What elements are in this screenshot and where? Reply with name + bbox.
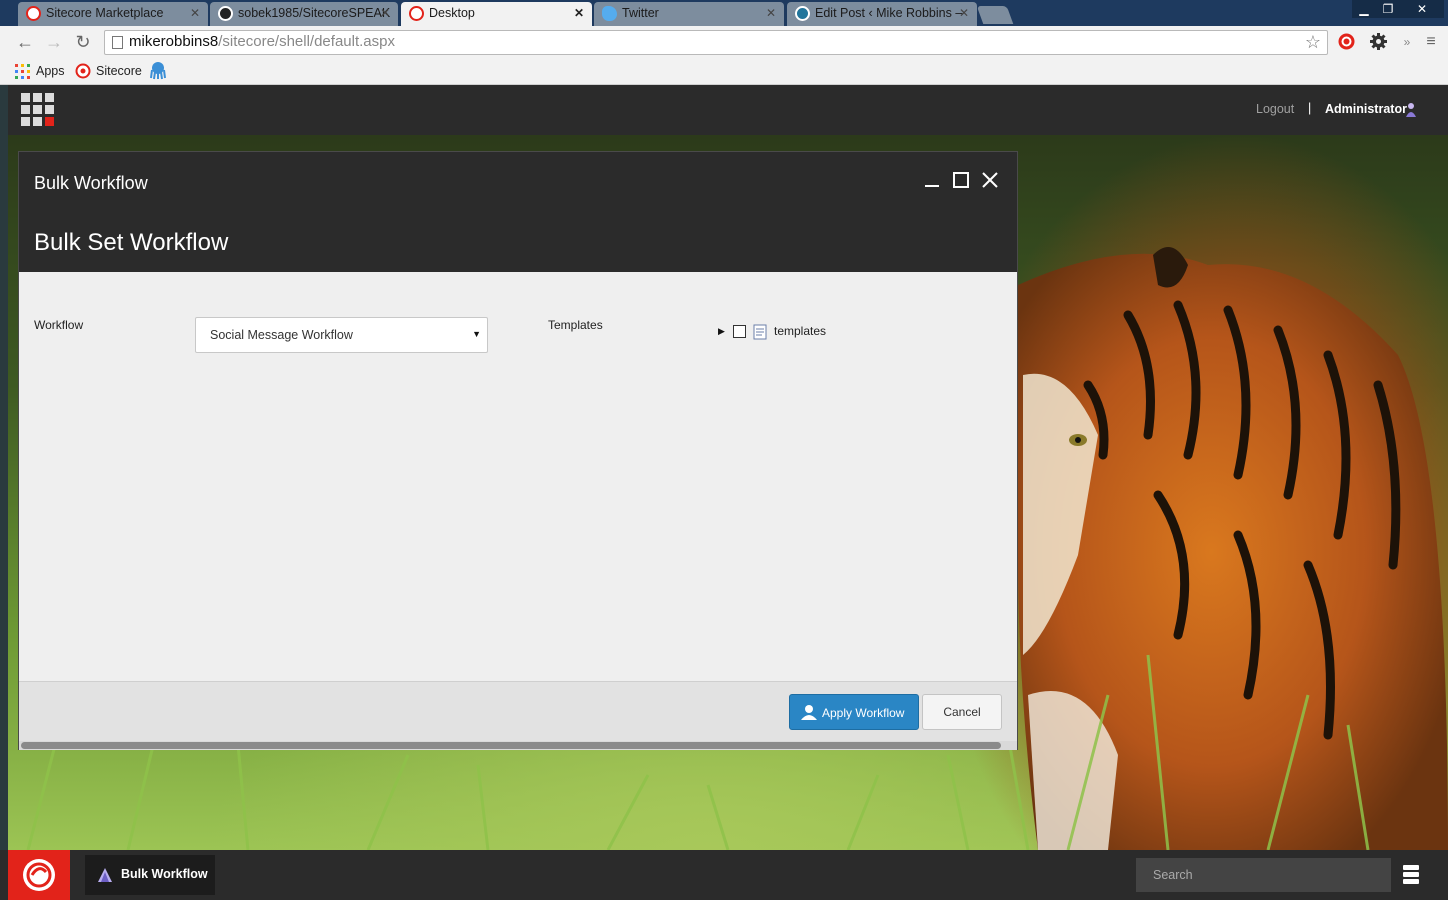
scrollbar-thumb[interactable] bbox=[21, 742, 1001, 749]
back-arrow-icon[interactable]: ← bbox=[15, 32, 35, 52]
dialog-window-title: Bulk Workflow bbox=[34, 173, 148, 193]
tab-title: Desktop bbox=[429, 6, 475, 20]
expand-arrow-icon[interactable]: ▶ bbox=[718, 326, 725, 337]
start-button[interactable] bbox=[8, 850, 70, 900]
tab-title: Twitter bbox=[622, 6, 659, 20]
template-icon bbox=[753, 324, 767, 340]
taskbar-item-bulk-workflow[interactable]: Bulk Workflow bbox=[85, 855, 215, 895]
twitter-icon bbox=[602, 6, 617, 21]
user-icon bbox=[1406, 103, 1416, 117]
sitecore-icon bbox=[75, 63, 91, 79]
page-icon bbox=[112, 36, 123, 49]
user-name[interactable]: Administrator bbox=[1325, 102, 1407, 116]
workflow-app-icon bbox=[98, 868, 112, 882]
close-icon[interactable]: ✕ bbox=[959, 2, 969, 24]
dropdown-arrow-icon: ▼ bbox=[472, 329, 481, 339]
apps-grid-icon bbox=[15, 64, 30, 79]
address-bar[interactable]: mikerobbins8/sitecore/shell/default.aspx… bbox=[104, 30, 1328, 55]
header-separator: | bbox=[1308, 101, 1312, 115]
horizontal-scrollbar[interactable] bbox=[19, 741, 1017, 750]
close-icon[interactable]: ✕ bbox=[574, 2, 584, 24]
workflow-label: Workflow bbox=[34, 318, 84, 332]
close-icon[interactable] bbox=[980, 170, 1000, 190]
apply-workflow-button[interactable]: Apply Workflow bbox=[789, 694, 919, 730]
taskbar-menu-icon[interactable] bbox=[1403, 865, 1421, 887]
restore-window-icon[interactable]: ❐ bbox=[1376, 0, 1400, 18]
workflow-select[interactable]: Social Message Workflow ▼ bbox=[195, 317, 488, 353]
new-tab-button[interactable] bbox=[976, 6, 1014, 24]
apply-button-label: Apply Workflow bbox=[822, 706, 905, 720]
tab-title: Sitecore Marketplace bbox=[46, 6, 164, 20]
tab-sitecore-marketplace[interactable]: Sitecore Marketplace ✕ bbox=[18, 2, 208, 26]
taskbar-item-label: Bulk Workflow bbox=[121, 867, 208, 881]
template-checkbox[interactable] bbox=[733, 325, 746, 338]
sitecore-taskbar: Bulk Workflow bbox=[0, 850, 1448, 900]
logout-link[interactable]: Logout bbox=[1256, 102, 1294, 116]
browser-tab-strip: Sitecore Marketplace ✕ sobek1985/Sitecor… bbox=[0, 0, 1448, 26]
templates-label: Templates bbox=[548, 318, 603, 332]
sitecore-icon bbox=[409, 6, 424, 21]
bulk-workflow-dialog: Bulk Workflow Bulk Set Workflow Workflow… bbox=[18, 151, 1018, 750]
dialog-footer: Apply Workflow Cancel bbox=[19, 681, 1017, 742]
close-window-icon[interactable]: ✕ bbox=[1400, 0, 1444, 18]
sitecore-header: Logout | Administrator bbox=[8, 85, 1448, 135]
menu-icon[interactable]: ≡ bbox=[1421, 32, 1441, 52]
sitecore-icon bbox=[26, 6, 41, 21]
left-edge-strip bbox=[0, 85, 8, 850]
url-path: /sitecore/shell/default.aspx bbox=[218, 33, 395, 50]
octopus-icon[interactable] bbox=[150, 62, 166, 80]
tab-desktop[interactable]: Desktop ✕ bbox=[401, 2, 592, 26]
cancel-button[interactable]: Cancel bbox=[922, 694, 1002, 730]
sitecore-logo-icon bbox=[23, 859, 55, 891]
close-icon[interactable]: ✕ bbox=[380, 2, 390, 24]
workflow-selected-value: Social Message Workflow bbox=[210, 328, 353, 342]
tab-github[interactable]: sobek1985/SitecoreSPEAK ✕ bbox=[210, 2, 398, 26]
minimize-icon[interactable] bbox=[922, 170, 942, 190]
dialog-header: Bulk Workflow Bulk Set Workflow bbox=[19, 152, 1017, 272]
wordpress-icon bbox=[795, 6, 810, 21]
tab-title: sobek1985/SitecoreSPEAK bbox=[238, 6, 391, 20]
gear-icon[interactable] bbox=[1369, 32, 1388, 51]
url-text: mikerobbins8/sitecore/shell/default.aspx bbox=[129, 33, 395, 50]
tab-title: Edit Post ‹ Mike Robbins – bbox=[815, 6, 963, 20]
sitecore-extension-icon[interactable] bbox=[1337, 32, 1356, 51]
reload-icon[interactable]: ↻ bbox=[73, 32, 93, 52]
browser-toolbar: ← → ↻ mikerobbins8/sitecore/shell/defaul… bbox=[0, 26, 1448, 59]
url-host: mikerobbins8 bbox=[129, 33, 219, 50]
minimize-window-icon[interactable]: ▁ bbox=[1352, 0, 1376, 18]
tab-edit-post[interactable]: Edit Post ‹ Mike Robbins – ✕ bbox=[787, 2, 977, 26]
bookmarks-bar: Apps Sitecore bbox=[0, 59, 1448, 85]
github-icon bbox=[218, 6, 233, 21]
taskbar-search-input[interactable] bbox=[1136, 858, 1391, 892]
bookmark-star-icon[interactable]: ☆ bbox=[1305, 32, 1321, 53]
forward-arrow-icon[interactable]: → bbox=[44, 32, 64, 52]
tab-twitter[interactable]: Twitter ✕ bbox=[594, 2, 784, 26]
launchpad-grid-icon[interactable] bbox=[21, 93, 54, 126]
close-icon[interactable]: ✕ bbox=[190, 2, 200, 24]
tree-node-label[interactable]: templates bbox=[774, 324, 826, 338]
close-icon[interactable]: ✕ bbox=[766, 2, 776, 24]
bookmark-apps[interactable]: Apps bbox=[36, 63, 65, 79]
bookmark-sitecore[interactable]: Sitecore bbox=[96, 63, 142, 79]
maximize-icon[interactable] bbox=[951, 170, 971, 190]
dialog-title: Bulk Set Workflow bbox=[34, 229, 229, 256]
user-icon bbox=[801, 705, 817, 720]
more-extensions-icon[interactable]: » bbox=[1397, 32, 1417, 52]
